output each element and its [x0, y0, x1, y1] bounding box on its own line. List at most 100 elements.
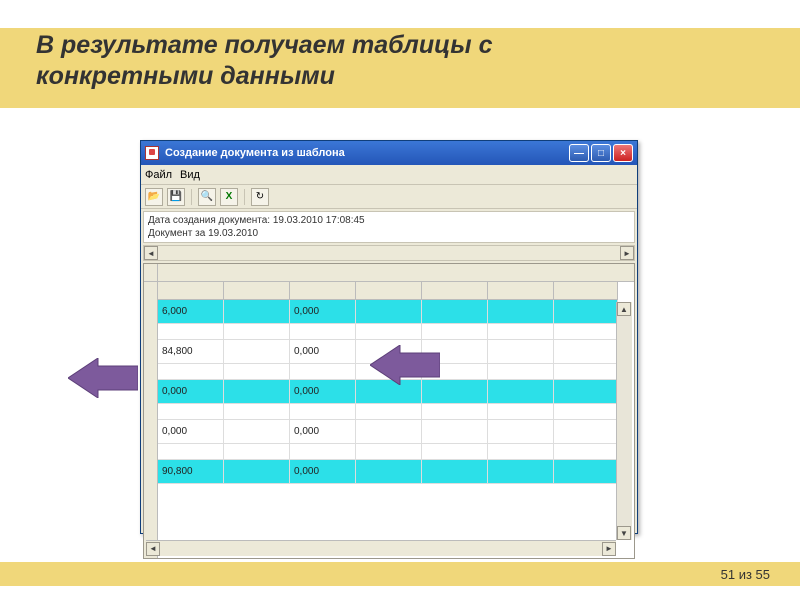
- scroll-down-icon[interactable]: ▼: [617, 526, 631, 540]
- minimize-button[interactable]: —: [569, 144, 589, 162]
- table-cell[interactable]: 0,000: [290, 420, 356, 443]
- table-cell[interactable]: 84,800: [158, 340, 224, 363]
- slide-title: В результате получаем таблицы с конкретн…: [36, 30, 492, 93]
- table-cell[interactable]: [554, 420, 618, 443]
- info-date: Документ за 19.03.2010: [148, 227, 630, 240]
- column-header[interactable]: [158, 282, 224, 299]
- table-cell: [356, 324, 422, 339]
- scroll-track[interactable]: [617, 316, 632, 526]
- table-cell[interactable]: [224, 460, 290, 483]
- column-header[interactable]: [554, 282, 618, 299]
- corner-cell: [144, 264, 158, 281]
- table-cell: [224, 364, 290, 379]
- title-line-1: В результате получаем таблицы с: [36, 31, 492, 59]
- table-cell[interactable]: [488, 340, 554, 363]
- table-cell[interactable]: 6,000: [158, 300, 224, 323]
- column-header[interactable]: [356, 282, 422, 299]
- scroll-left-icon[interactable]: ◄: [144, 246, 158, 260]
- table-cell: [488, 364, 554, 379]
- table-cell[interactable]: [224, 340, 290, 363]
- column-header[interactable]: [422, 282, 488, 299]
- scroll-left-icon[interactable]: ◄: [146, 542, 160, 556]
- app-icon: [145, 146, 159, 160]
- scrollbar-horizontal-bottom[interactable]: ◄ ►: [146, 540, 616, 556]
- save-icon[interactable]: 💾: [167, 188, 185, 206]
- menu-file[interactable]: Файл: [145, 169, 172, 181]
- table-cell[interactable]: [488, 300, 554, 323]
- table-row[interactable]: 90,800 0,000: [158, 460, 618, 484]
- table-cell[interactable]: [224, 380, 290, 403]
- grid-column-headers: [158, 282, 618, 300]
- table-cell: [290, 444, 356, 459]
- scrollbar-vertical[interactable]: ▲ ▼: [616, 302, 632, 540]
- spacer-row: [158, 404, 618, 420]
- table-cell[interactable]: [488, 460, 554, 483]
- table-cell: [488, 404, 554, 419]
- annotation-arrow-left: [68, 358, 138, 398]
- table-row[interactable]: 0,000 0,000: [158, 420, 618, 444]
- table-row[interactable]: 6,000 0,000: [158, 300, 618, 324]
- table-cell[interactable]: [422, 300, 488, 323]
- table-cell[interactable]: 0,000: [290, 460, 356, 483]
- scroll-up-icon[interactable]: ▲: [617, 302, 631, 316]
- column-header[interactable]: [488, 282, 554, 299]
- table-cell[interactable]: 90,800: [158, 460, 224, 483]
- table-cell[interactable]: [554, 380, 618, 403]
- table-cell[interactable]: 0,000: [158, 380, 224, 403]
- page-number: 51 из 55: [721, 567, 770, 582]
- table-cell[interactable]: [356, 420, 422, 443]
- close-button[interactable]: ×: [613, 144, 633, 162]
- table-cell[interactable]: [422, 460, 488, 483]
- table-cell: [356, 404, 422, 419]
- table-cell: [422, 444, 488, 459]
- scroll-right-icon[interactable]: ►: [620, 246, 634, 260]
- table-cell: [224, 404, 290, 419]
- maximize-button[interactable]: □: [591, 144, 611, 162]
- separator: [191, 189, 192, 205]
- spacer-row: [158, 324, 618, 340]
- table-cell[interactable]: [224, 300, 290, 323]
- open-icon[interactable]: 📂: [145, 188, 163, 206]
- table-cell[interactable]: [356, 300, 422, 323]
- dialog-caption: Создание документа из шаблона: [165, 147, 345, 159]
- table-cell[interactable]: [554, 340, 618, 363]
- annotation-arrow-right: [370, 345, 440, 385]
- table-cell[interactable]: [554, 300, 618, 323]
- table-cell[interactable]: 0,000: [290, 380, 356, 403]
- table-cell[interactable]: [554, 460, 618, 483]
- table-cell: [158, 444, 224, 459]
- table-cell[interactable]: 0,000: [158, 420, 224, 443]
- column-header[interactable]: [290, 282, 356, 299]
- table-cell: [554, 324, 618, 339]
- excel-icon[interactable]: X: [220, 188, 238, 206]
- table-cell[interactable]: [356, 460, 422, 483]
- column-header[interactable]: [224, 282, 290, 299]
- table-cell: [224, 444, 290, 459]
- title-line-2: конкретными данными: [36, 62, 335, 90]
- table-cell[interactable]: [488, 380, 554, 403]
- table-cell: [488, 324, 554, 339]
- table-cell[interactable]: [422, 420, 488, 443]
- table-cell: [158, 404, 224, 419]
- table-cell[interactable]: 0,000: [290, 340, 356, 363]
- spacer-row: [158, 444, 618, 460]
- table-cell: [554, 364, 618, 379]
- scrollbar-horizontal-top[interactable]: ◄ ►: [143, 245, 635, 261]
- document-info: Дата создания документа: 19.03.2010 17:0…: [143, 211, 635, 243]
- info-created: Дата создания документа: 19.03.2010 17:0…: [148, 214, 630, 227]
- table-cell: [290, 364, 356, 379]
- table-cell: [290, 324, 356, 339]
- scroll-right-icon[interactable]: ►: [602, 542, 616, 556]
- table-cell[interactable]: [224, 420, 290, 443]
- preview-icon[interactable]: 🔍: [198, 188, 216, 206]
- table-cell: [422, 324, 488, 339]
- table-cell: [488, 444, 554, 459]
- titlebar: Создание документа из шаблона — □ ×: [141, 141, 637, 165]
- template-dialog: Создание документа из шаблона — □ × Файл…: [140, 140, 638, 534]
- table-cell[interactable]: 0,000: [290, 300, 356, 323]
- refresh-icon[interactable]: ↻: [251, 188, 269, 206]
- table-cell[interactable]: [488, 420, 554, 443]
- grid-body: 6,0000,00084,8000,0000,0000,0000,0000,00…: [158, 300, 618, 542]
- menu-view[interactable]: Вид: [180, 169, 200, 181]
- toolbar: 📂 💾 🔍 X ↻: [141, 185, 637, 209]
